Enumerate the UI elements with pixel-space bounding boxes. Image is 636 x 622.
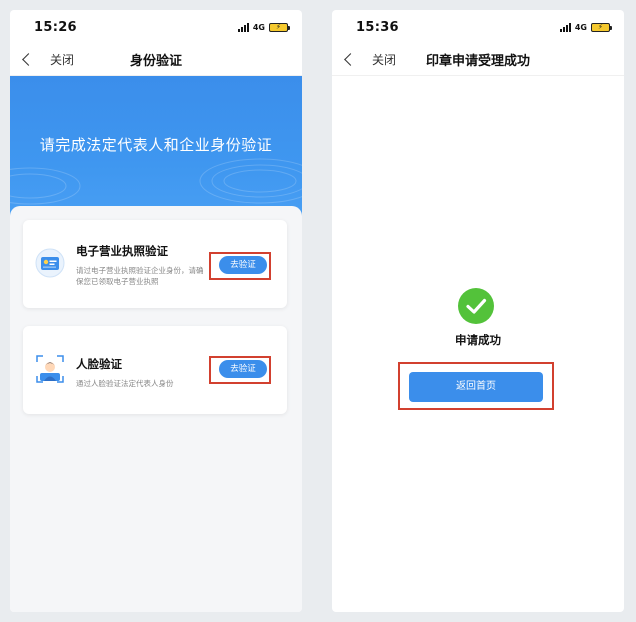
id-card-icon <box>35 248 65 278</box>
license-card-description: 请过电子营业执照验证企业身份，请确保您已领取电子营业执照 <box>76 266 204 286</box>
status-bar: 15:26 4G ⚡ <box>10 10 302 44</box>
highlight-box <box>398 362 554 410</box>
face-card-description: 通过人脸验证法定代表人身份 <box>76 379 174 388</box>
highlight-box <box>209 252 271 280</box>
network-type: 4G <box>574 22 587 32</box>
battery-icon: ⚡ <box>591 22 612 32</box>
status-time: 15:26 <box>34 19 77 35</box>
close-link[interactable]: 关闭 <box>50 51 74 68</box>
signal-icon <box>237 22 249 32</box>
signal-icon <box>559 22 571 32</box>
status-indicators: 4G ⚡ <box>237 22 290 32</box>
application-success-screen: 15:36 4G ⚡ 关闭 印章申请受理成功 申请成功 返回首页 <box>332 10 624 612</box>
network-type: 4G <box>252 22 265 32</box>
header-banner: 请完成法定代表人和企业身份验证 <box>10 76 302 226</box>
face-card-title: 人脸验证 <box>76 357 122 371</box>
verification-options: 电子营业执照验证 请过电子营业执照验证企业身份，请确保您已领取电子营业执照 去验… <box>10 206 302 612</box>
battery-icon: ⚡ <box>269 22 290 32</box>
status-indicators: 4G ⚡ <box>559 22 612 32</box>
identity-verification-screen: 15:26 4G ⚡ 关闭 身份验证 请完成法定代表人和企业身份验证 电子营业执… <box>10 10 302 612</box>
license-card-title: 电子营业执照验证 <box>76 244 168 258</box>
status-time: 15:36 <box>356 19 399 35</box>
face-scan-icon <box>36 355 64 383</box>
nav-bar: 关闭 身份验证 <box>10 44 302 76</box>
close-link[interactable]: 关闭 <box>372 51 396 68</box>
nav-bar: 关闭 印章申请受理成功 <box>332 44 624 76</box>
status-bar: 15:36 4G ⚡ <box>332 10 624 44</box>
face-verification-card[interactable]: 人脸验证 通过人脸验证法定代表人身份 去验证 <box>23 326 287 414</box>
success-message: 申请成功 <box>455 333 501 347</box>
check-circle-icon <box>458 288 494 324</box>
business-license-card[interactable]: 电子营业执照验证 请过电子营业执照验证企业身份，请确保您已领取电子营业执照 去验… <box>23 220 287 308</box>
highlight-box <box>209 356 271 384</box>
banner-title: 请完成法定代表人和企业身份验证 <box>39 136 273 154</box>
